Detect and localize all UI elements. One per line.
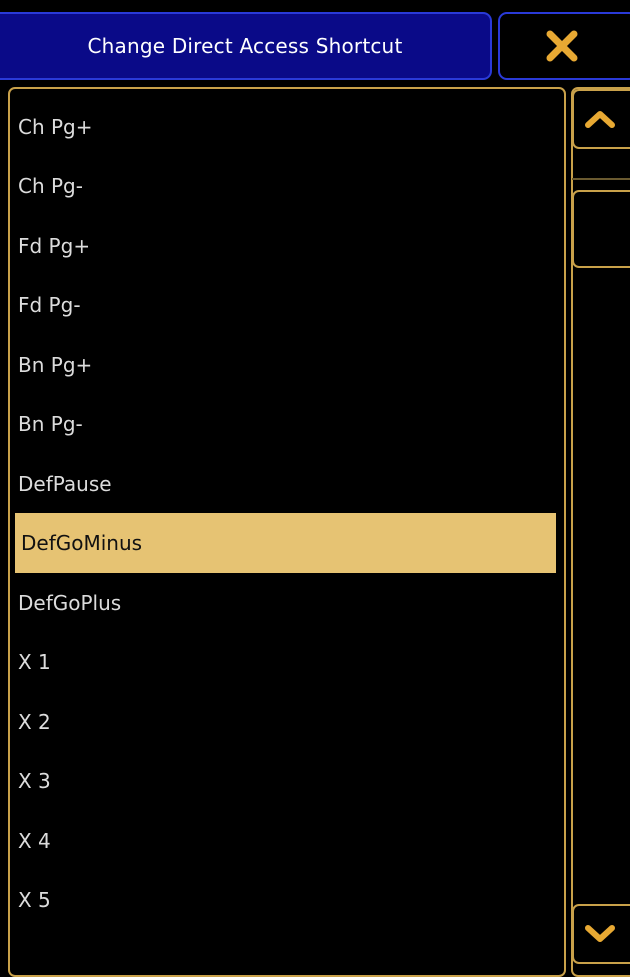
list-item-defpause[interactable]: DefPause [10,454,550,514]
list-item-label: X 4 [18,828,51,853]
scrollbar-divider [572,178,630,180]
list-item-x3[interactable]: X 3 [10,752,550,812]
list-item-defgominus[interactable]: DefGoMinus [15,513,556,573]
dialog-title-bar: Change Direct Access Shortcut [0,12,492,80]
scrollbar-thumb[interactable] [572,190,630,268]
scroll-up-button[interactable] [572,89,630,149]
shortcut-list[interactable]: Ch Pg+ Ch Pg- Fd Pg+ Fd Pg- Bn Pg+ Bn Pg… [8,87,566,977]
chevron-down-icon [585,925,615,942]
list-item-defgoplus[interactable]: DefGoPlus [10,573,550,633]
list-item-label: Fd Pg- [18,293,81,318]
list-item-label: Ch Pg+ [18,114,93,139]
list-item-fd-pg-plus[interactable]: Fd Pg+ [10,216,550,276]
close-icon [546,30,578,62]
list-item-label: X 2 [18,709,51,734]
list-item-label: DefPause [18,471,112,496]
list-item-label: Bn Pg- [18,412,83,437]
list-item-label: X 3 [18,769,51,794]
list-item-ch-pg-plus[interactable]: Ch Pg+ [10,97,550,157]
list-item-x1[interactable]: X 1 [10,633,550,693]
scroll-down-button[interactable] [572,904,630,964]
list-item-x2[interactable]: X 2 [10,692,550,752]
list-item-fd-pg-minus[interactable]: Fd Pg- [10,276,550,336]
dialog-title: Change Direct Access Shortcut [87,34,403,58]
list-item-label: X 5 [18,888,51,913]
chevron-up-icon [585,111,615,128]
list-item-label: Fd Pg+ [18,233,91,258]
list-item-bn-pg-plus[interactable]: Bn Pg+ [10,335,550,395]
list-item-label: DefGoPlus [18,590,122,615]
list-item-ch-pg-minus[interactable]: Ch Pg- [10,157,550,217]
list-item-label: DefGoMinus [21,530,143,555]
list-item-bn-pg-minus[interactable]: Bn Pg- [10,395,550,455]
list-item-label: Ch Pg- [18,174,83,199]
list-item-label: X 1 [18,650,51,675]
list-item-label: Bn Pg+ [18,352,93,377]
list-item-x5[interactable]: X 5 [10,871,550,931]
list-item-x4[interactable]: X 4 [10,811,550,871]
close-button[interactable] [498,12,630,80]
